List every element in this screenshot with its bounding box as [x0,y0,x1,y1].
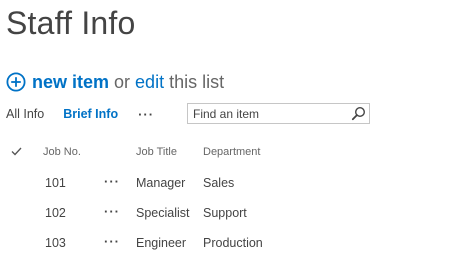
row-more-button[interactable]: ··· [104,174,120,189]
new-item-row: new item or edit this list [6,69,224,95]
cell-job-title: Specialist [136,206,190,220]
cell-department: Sales [203,176,235,190]
cell-department: Production [203,236,263,250]
view-all-info[interactable]: All Info [6,107,44,121]
view-brief-info[interactable]: Brief Info [63,107,118,121]
checkmark-icon[interactable] [11,147,22,156]
row-more-button[interactable]: ··· [104,204,120,219]
cell-job-no: 101 [45,176,66,190]
cell-job-no: 103 [45,236,66,250]
search-input[interactable] [188,104,344,123]
cell-job-no: 102 [45,206,66,220]
table-row[interactable]: 102 ··· Specialist Support [0,198,463,228]
page-title: Staff Info [6,5,136,41]
cell-job-title: Engineer [136,236,187,250]
view-selector: All Info Brief Info ··· [6,102,154,126]
column-header-job-title[interactable]: Job Title [136,146,177,158]
new-item-link[interactable]: new item [32,72,109,93]
cell-department: Support [203,206,247,220]
column-header-department[interactable]: Department [203,146,260,158]
this-list-text: this list [169,71,225,92]
column-header-job-no[interactable]: Job No. [43,146,81,158]
table-row[interactable]: 101 ··· Manager Sales [0,168,463,198]
plus-circle-icon[interactable] [6,72,26,92]
table-row[interactable]: 103 ··· Engineer Production [0,228,463,258]
row-more-button[interactable]: ··· [104,234,120,249]
or-text: or [114,71,131,92]
views-more-button[interactable]: ··· [138,107,154,122]
search-box [187,103,370,124]
edit-list-link[interactable]: edit [135,72,164,93]
magnifier-icon[interactable] [351,106,366,121]
cell-job-title: Manager [136,176,186,190]
